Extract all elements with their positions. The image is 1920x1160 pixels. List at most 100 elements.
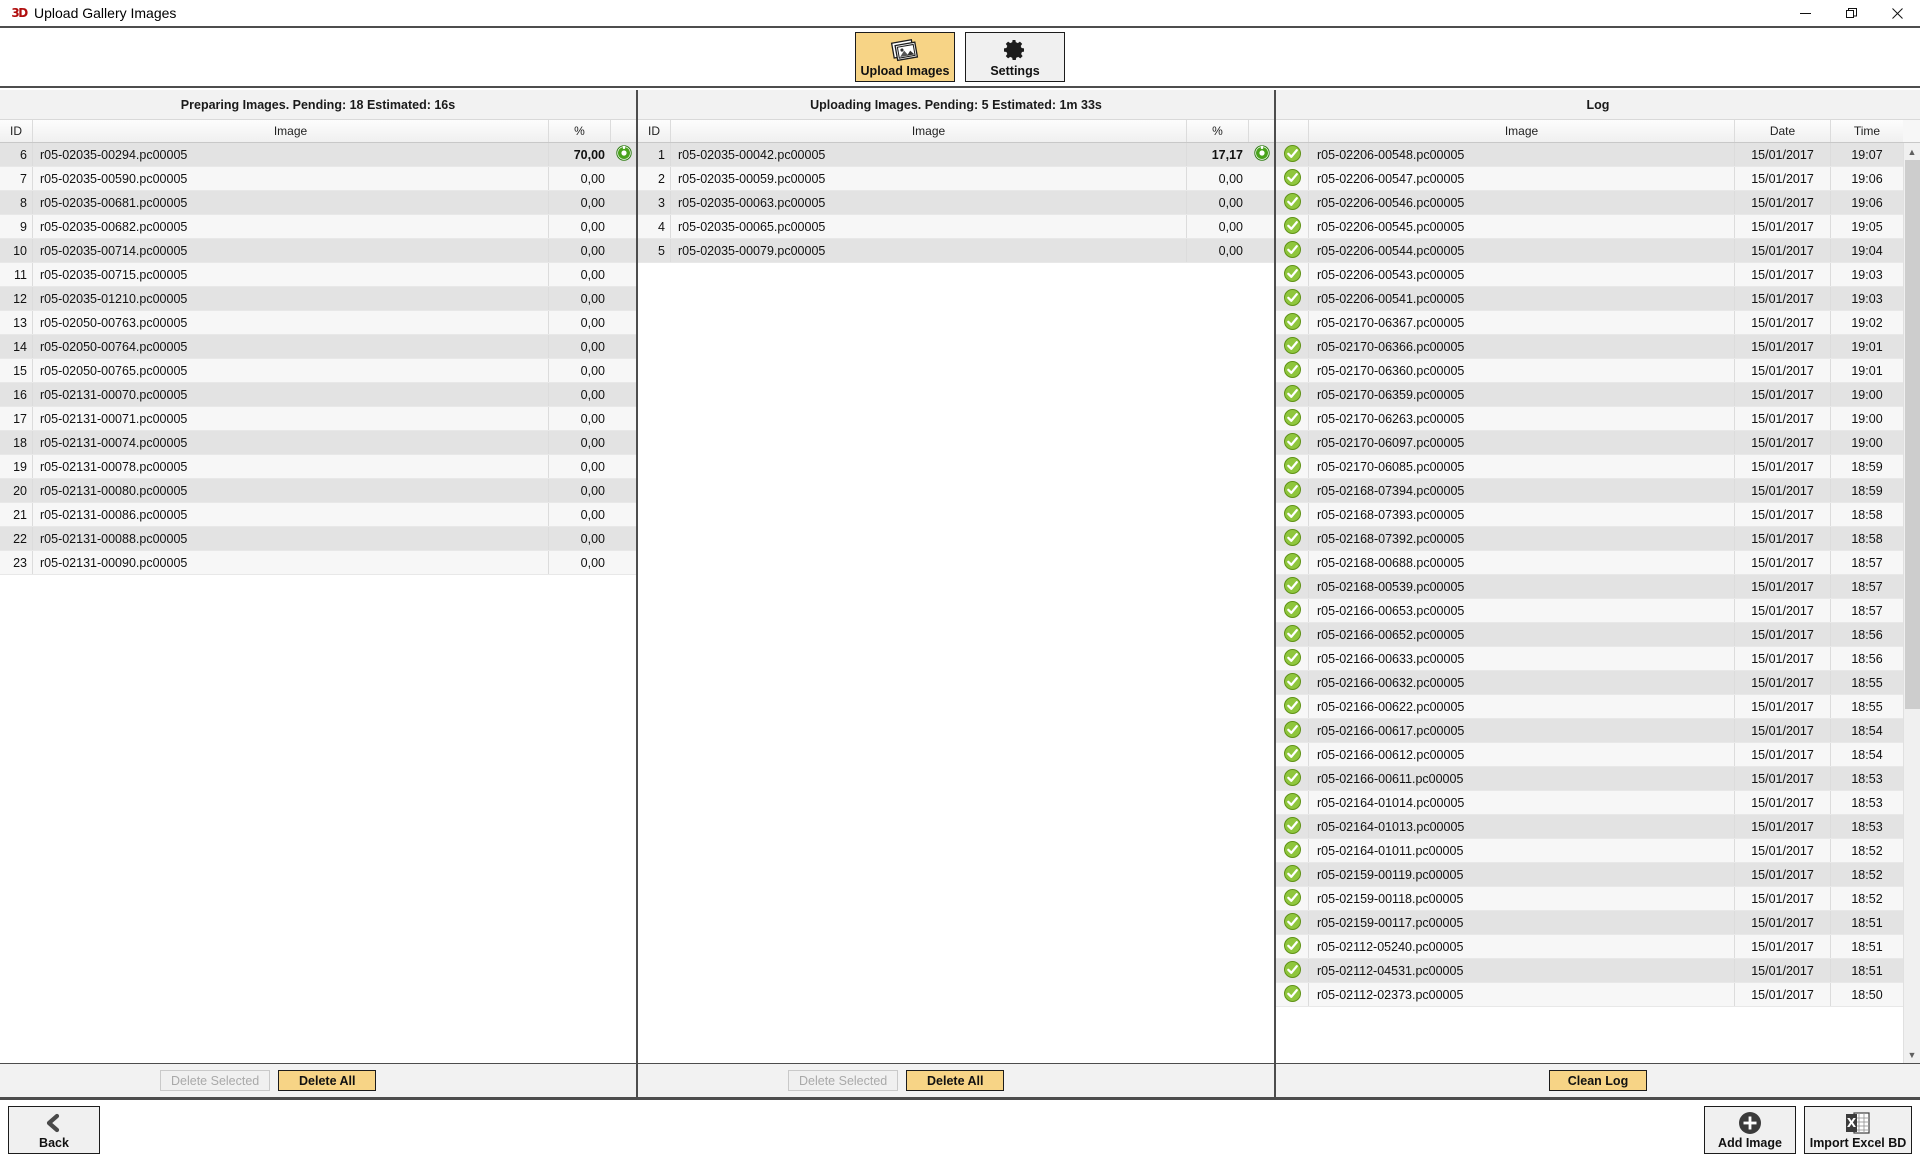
log-rows-list[interactable]: r05-02206-00548.pc00005 15/01/2017 19:07 r0…: [1276, 143, 1903, 1063]
log-row[interactable]: r05-02170-06367.pc00005 15/01/2017 19:02: [1276, 311, 1903, 335]
log-row[interactable]: r05-02206-00545.pc00005 15/01/2017 19:05: [1276, 215, 1903, 239]
table-row[interactable]: 8 r05-02035-00681.pc00005 0,00: [0, 191, 636, 215]
close-button[interactable]: [1874, 0, 1920, 26]
uploading-rows-list[interactable]: 1 r05-02035-00042.pc00005 17,17 2 r05-02035-…: [638, 143, 1274, 1063]
cell-time: 19:03: [1851, 267, 1883, 282]
restore-button[interactable]: [1828, 0, 1874, 26]
table-row[interactable]: 19 r05-02131-00078.pc00005 0,00: [0, 455, 636, 479]
log-row[interactable]: r05-02166-00612.pc00005 15/01/2017 18:54: [1276, 743, 1903, 767]
log-row[interactable]: r05-02166-00611.pc00005 15/01/2017 18:53: [1276, 767, 1903, 791]
log-row[interactable]: r05-02168-07392.pc00005 15/01/2017 18:58: [1276, 527, 1903, 551]
column-header-id[interactable]: ID: [638, 120, 671, 142]
table-row[interactable]: 20 r05-02131-00080.pc00005 0,00: [0, 479, 636, 503]
add-image-button[interactable]: Add Image: [1704, 1106, 1796, 1154]
log-row[interactable]: r05-02206-00546.pc00005 15/01/2017 19:06: [1276, 191, 1903, 215]
cell-status: [1276, 383, 1309, 406]
table-row[interactable]: 2 r05-02035-00059.pc00005 0,00: [638, 167, 1274, 191]
log-row[interactable]: r05-02170-06366.pc00005 15/01/2017 19:01: [1276, 335, 1903, 359]
log-row[interactable]: r05-02112-04531.pc00005 15/01/2017 18:51: [1276, 959, 1903, 983]
tab-upload-images[interactable]: Upload Images: [855, 32, 955, 82]
tab-settings[interactable]: Settings: [965, 32, 1065, 82]
minimize-button[interactable]: [1782, 0, 1828, 26]
log-row[interactable]: r05-02168-00539.pc00005 15/01/2017 18:57: [1276, 575, 1903, 599]
log-scrollbar[interactable]: ▲ ▼: [1903, 143, 1920, 1063]
log-row[interactable]: r05-02164-01011.pc00005 15/01/2017 18:52: [1276, 839, 1903, 863]
log-row[interactable]: r05-02206-00544.pc00005 15/01/2017 19:04: [1276, 239, 1903, 263]
log-row[interactable]: r05-02170-06360.pc00005 15/01/2017 19:01: [1276, 359, 1903, 383]
log-row[interactable]: r05-02168-07393.pc00005 15/01/2017 18:58: [1276, 503, 1903, 527]
log-row[interactable]: r05-02168-00688.pc00005 15/01/2017 18:57: [1276, 551, 1903, 575]
delete-selected-button-preparing[interactable]: Delete Selected: [160, 1070, 271, 1091]
add-image-label: Add Image: [1718, 1135, 1782, 1150]
log-row[interactable]: r05-02159-00117.pc00005 15/01/2017 18:51: [1276, 911, 1903, 935]
log-row[interactable]: r05-02206-00547.pc00005 15/01/2017 19:06: [1276, 167, 1903, 191]
log-row[interactable]: r05-02166-00652.pc00005 15/01/2017 18:56: [1276, 623, 1903, 647]
table-row[interactable]: 9 r05-02035-00682.pc00005 0,00: [0, 215, 636, 239]
table-row[interactable]: 6 r05-02035-00294.pc00005 70,00: [0, 143, 636, 167]
table-row[interactable]: 21 r05-02131-00086.pc00005 0,00: [0, 503, 636, 527]
cell-time: 18:56: [1851, 627, 1883, 642]
log-row[interactable]: r05-02164-01014.pc00005 15/01/2017 18:53: [1276, 791, 1903, 815]
column-header-time[interactable]: Time: [1831, 120, 1903, 142]
cell-time: 19:04: [1851, 243, 1883, 258]
table-row[interactable]: 15 r05-02050-00765.pc00005 0,00: [0, 359, 636, 383]
table-row[interactable]: 10 r05-02035-00714.pc00005 0,00: [0, 239, 636, 263]
log-row[interactable]: r05-02168-07394.pc00005 15/01/2017 18:59: [1276, 479, 1903, 503]
table-row[interactable]: 4 r05-02035-00065.pc00005 0,00: [638, 215, 1274, 239]
log-row[interactable]: r05-02166-00632.pc00005 15/01/2017 18:55: [1276, 671, 1903, 695]
scroll-up-icon[interactable]: ▲: [1904, 143, 1920, 160]
scroll-down-icon[interactable]: ▼: [1904, 1046, 1920, 1063]
column-header-image[interactable]: Image: [33, 120, 549, 142]
table-row[interactable]: 22 r05-02131-00088.pc00005 0,00: [0, 527, 636, 551]
log-row[interactable]: r05-02170-06263.pc00005 15/01/2017 19:00: [1276, 407, 1903, 431]
table-row[interactable]: 14 r05-02050-00764.pc00005 0,00: [0, 335, 636, 359]
log-row[interactable]: r05-02206-00543.pc00005 15/01/2017 19:03: [1276, 263, 1903, 287]
log-row[interactable]: r05-02164-01013.pc00005 15/01/2017 18:53: [1276, 815, 1903, 839]
table-row[interactable]: 11 r05-02035-00715.pc00005 0,00: [0, 263, 636, 287]
clean-log-button[interactable]: Clean Log: [1549, 1070, 1647, 1091]
delete-selected-button-uploading[interactable]: Delete Selected: [788, 1070, 899, 1091]
table-row[interactable]: 18 r05-02131-00074.pc00005 0,00: [0, 431, 636, 455]
cell-id: 3: [638, 191, 671, 214]
scrollbar-thumb[interactable]: [1904, 160, 1920, 710]
log-row[interactable]: r05-02166-00622.pc00005 15/01/2017 18:55: [1276, 695, 1903, 719]
table-row[interactable]: 13 r05-02050-00763.pc00005 0,00: [0, 311, 636, 335]
table-row[interactable]: 5 r05-02035-00079.pc00005 0,00: [638, 239, 1274, 263]
log-row[interactable]: r05-02166-00633.pc00005 15/01/2017 18:56: [1276, 647, 1903, 671]
back-button[interactable]: Back: [8, 1106, 100, 1154]
cell-id: 15: [0, 359, 33, 382]
log-row[interactable]: r05-02159-00118.pc00005 15/01/2017 18:52: [1276, 887, 1903, 911]
log-row[interactable]: r05-02170-06085.pc00005 15/01/2017 18:59: [1276, 455, 1903, 479]
cell-image: r05-02112-04531.pc00005: [1309, 959, 1735, 982]
column-header-id[interactable]: ID: [0, 120, 33, 142]
log-row[interactable]: r05-02170-06097.pc00005 15/01/2017 19:00: [1276, 431, 1903, 455]
table-row[interactable]: 1 r05-02035-00042.pc00005 17,17: [638, 143, 1274, 167]
column-header-image[interactable]: Image: [671, 120, 1187, 142]
scrollbar-track[interactable]: [1904, 160, 1920, 1046]
log-row[interactable]: r05-02206-00548.pc00005 15/01/2017 19:07: [1276, 143, 1903, 167]
table-row[interactable]: 16 r05-02131-00070.pc00005 0,00: [0, 383, 636, 407]
log-row[interactable]: r05-02170-06359.pc00005 15/01/2017 19:00: [1276, 383, 1903, 407]
cell-id: 6: [0, 143, 33, 166]
column-header-image[interactable]: Image: [1309, 120, 1735, 142]
cell-status: [611, 145, 636, 164]
column-header-percent[interactable]: %: [549, 120, 611, 142]
log-row[interactable]: r05-02112-02373.pc00005 15/01/2017 18:50: [1276, 983, 1903, 1007]
log-row[interactable]: r05-02112-05240.pc00005 15/01/2017 18:51: [1276, 935, 1903, 959]
table-row[interactable]: 7 r05-02035-00590.pc00005 0,00: [0, 167, 636, 191]
log-row[interactable]: r05-02166-00617.pc00005 15/01/2017 18:54: [1276, 719, 1903, 743]
log-row[interactable]: r05-02159-00119.pc00005 15/01/2017 18:52: [1276, 863, 1903, 887]
table-row[interactable]: 3 r05-02035-00063.pc00005 0,00: [638, 191, 1274, 215]
table-row[interactable]: 23 r05-02131-00090.pc00005 0,00: [0, 551, 636, 575]
delete-all-button-preparing[interactable]: Delete All: [278, 1070, 377, 1091]
preparing-rows-list[interactable]: 6 r05-02035-00294.pc00005 70,00 7 r05-02035-…: [0, 143, 636, 1063]
log-row[interactable]: r05-02206-00541.pc00005 15/01/2017 19:03: [1276, 287, 1903, 311]
table-row[interactable]: 17 r05-02131-00071.pc00005 0,00: [0, 407, 636, 431]
column-header-date[interactable]: Date: [1735, 120, 1831, 142]
table-row[interactable]: 12 r05-02035-01210.pc00005 0,00: [0, 287, 636, 311]
column-header-percent[interactable]: %: [1187, 120, 1249, 142]
delete-all-button-uploading[interactable]: Delete All: [906, 1070, 1005, 1091]
log-row[interactable]: r05-02166-00653.pc00005 15/01/2017 18:57: [1276, 599, 1903, 623]
import-excel-button[interactable]: X Import Excel BD: [1804, 1106, 1912, 1154]
cell-image: r05-02170-06359.pc00005: [1309, 383, 1735, 406]
